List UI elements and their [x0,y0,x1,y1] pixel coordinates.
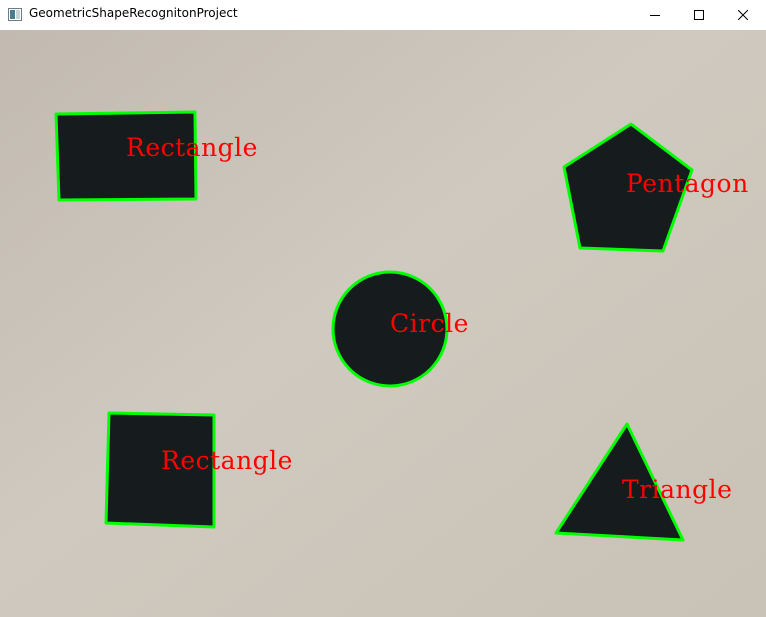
rectangle-2-label: Rectangle [161,446,293,475]
close-button[interactable] [720,0,766,30]
app-window: GeometricShapeRecognitonProject Rectangl… [0,0,766,617]
maximize-button[interactable] [676,0,722,30]
circle-label: Circle [390,309,469,338]
window-title: GeometricShapeRecognitonProject [29,6,238,20]
minimize-icon [650,15,660,16]
title-bar[interactable]: GeometricShapeRecognitonProject [0,0,766,30]
pentagon-label: Pentagon [626,169,749,198]
detection-image: Rectangle Pentagon Circle Rectangle Tria… [0,30,766,617]
image-canvas: Rectangle Pentagon Circle Rectangle Tria… [0,30,766,617]
close-icon [738,10,748,20]
opencv-window-icon [8,8,22,21]
rectangle-1-label: Rectangle [126,133,258,162]
triangle-label: Triangle [622,475,732,504]
maximize-icon [694,10,704,20]
minimize-button[interactable] [632,0,678,30]
